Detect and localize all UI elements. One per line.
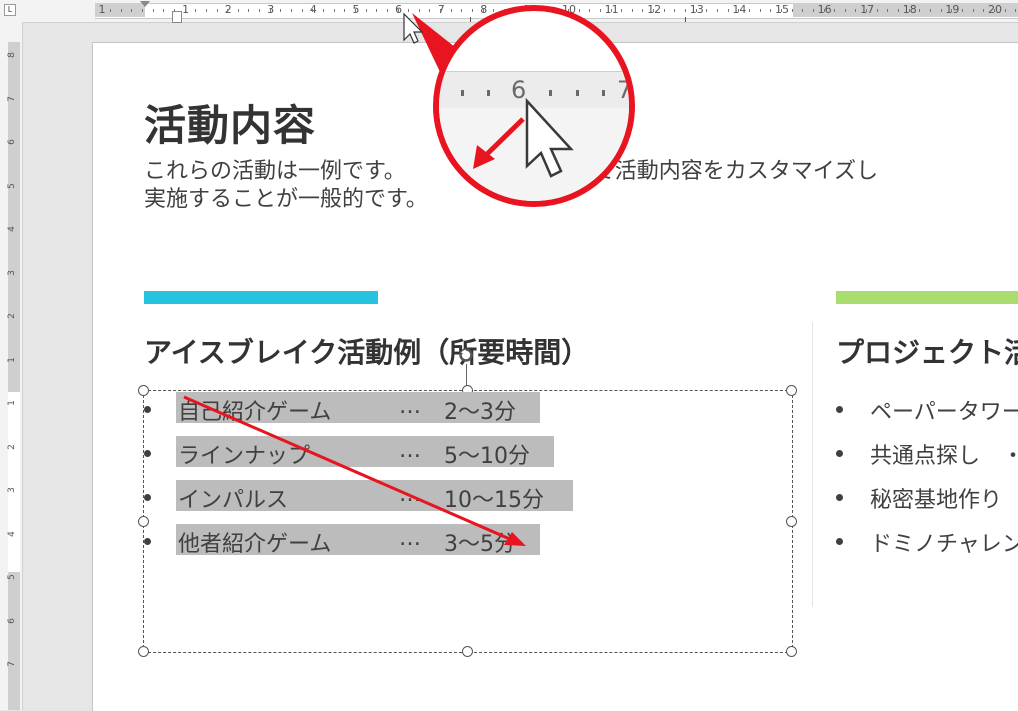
magnified-cursor-icon (473, 97, 574, 178)
magnifier-callout: 6 7 (433, 5, 635, 207)
